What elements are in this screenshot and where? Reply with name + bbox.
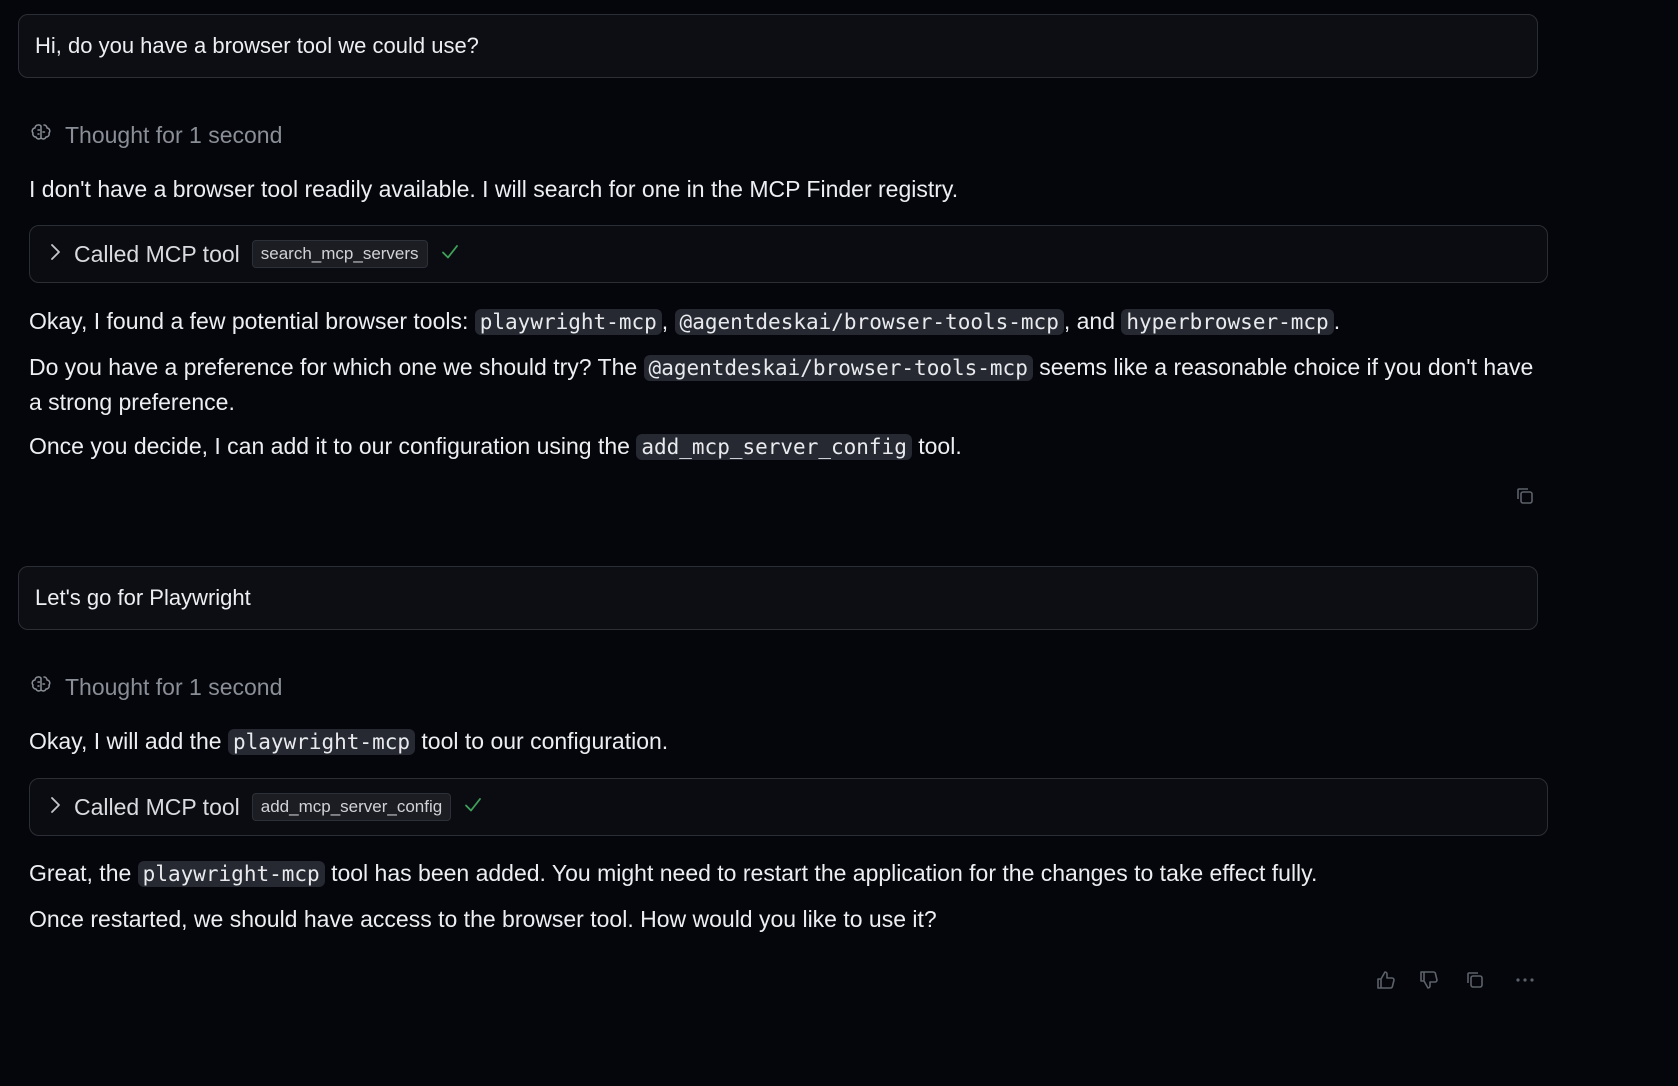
thought-label: Thought for 1 second: [65, 673, 283, 700]
tool-call-add-mcp-server-config[interactable]: Called MCP tool add_mcp_server_config: [29, 778, 1548, 836]
assistant-message-text: I don't have a browser tool readily avai…: [29, 176, 959, 202]
user-message-text: Hi, do you have a browser tool we could …: [35, 33, 479, 58]
brain-icon: [29, 672, 53, 702]
assistant-paragraph: Okay, I found a few potential browser to…: [29, 304, 1549, 339]
thumbs-up-button[interactable]: [1371, 968, 1399, 996]
thumbs-up-icon: [1374, 969, 1396, 996]
text-span: , and: [1063, 308, 1122, 334]
tool-call-name: search_mcp_servers: [251, 240, 428, 268]
thumbs-down-icon: [1417, 969, 1439, 996]
copy-icon: [1514, 485, 1536, 512]
checkmark-icon: [440, 242, 460, 267]
inline-code: @agentdeskai/browser-tools-mcp: [674, 309, 1064, 335]
tool-call-label: Called MCP tool: [74, 793, 240, 820]
inline-code: playwright-mcp: [228, 729, 416, 755]
inline-code: add_mcp_server_config: [636, 434, 912, 460]
user-message: Hi, do you have a browser tool we could …: [18, 14, 1538, 78]
text-span: .: [1333, 308, 1341, 334]
tool-call-name: add_mcp_server_config: [251, 793, 452, 821]
copy-button[interactable]: [1461, 968, 1489, 996]
inline-code: playwright-mcp: [137, 861, 325, 887]
more-icon: [1514, 969, 1536, 996]
inline-code: hyperbrowser-mcp: [1121, 309, 1334, 335]
chevron-right-icon: [48, 795, 62, 820]
chevron-right-icon: [48, 242, 62, 267]
text-span: Do you have a preference for which one w…: [29, 354, 644, 380]
text-span: Okay, I will add the: [29, 728, 228, 754]
inline-code: @agentdeskai/browser-tools-mcp: [643, 355, 1033, 381]
text-span: tool to our configuration.: [415, 728, 669, 754]
assistant-paragraph: Great, the playwright-mcp tool has been …: [29, 856, 1549, 891]
text-span: Great, the: [29, 860, 138, 886]
thought-indicator[interactable]: Thought for 1 second: [29, 120, 282, 150]
text-span: Okay, I found a few potential browser to…: [29, 308, 475, 334]
assistant-paragraph: Do you have a preference for which one w…: [29, 350, 1549, 419]
tool-call-search-mcp-servers[interactable]: Called MCP tool search_mcp_servers: [29, 225, 1548, 283]
thought-indicator[interactable]: Thought for 1 second: [29, 672, 282, 702]
assistant-paragraph: Once you decide, I can add it to our con…: [29, 429, 1549, 464]
thought-label: Thought for 1 second: [65, 121, 283, 148]
more-options-button[interactable]: [1511, 968, 1539, 996]
text-span: ,: [661, 308, 675, 334]
brain-icon: [29, 120, 53, 150]
text-span: Once you decide, I can add it to our con…: [29, 433, 637, 459]
text-span: tool has been added. You might need to r…: [324, 860, 1318, 886]
inline-code: playwright-mcp: [474, 309, 662, 335]
copy-button[interactable]: [1511, 484, 1539, 512]
assistant-paragraph: Okay, I will add the playwright-mcp tool…: [29, 724, 1549, 759]
text-span: tool.: [911, 433, 962, 459]
tool-call-label: Called MCP tool: [74, 240, 240, 267]
user-message-text: Let's go for Playwright: [35, 585, 251, 610]
assistant-paragraph: Once restarted, we should have access to…: [29, 906, 937, 932]
copy-icon: [1464, 969, 1486, 996]
thumbs-down-button[interactable]: [1414, 968, 1442, 996]
checkmark-icon: [463, 795, 483, 820]
user-message: Let's go for Playwright: [18, 566, 1538, 630]
